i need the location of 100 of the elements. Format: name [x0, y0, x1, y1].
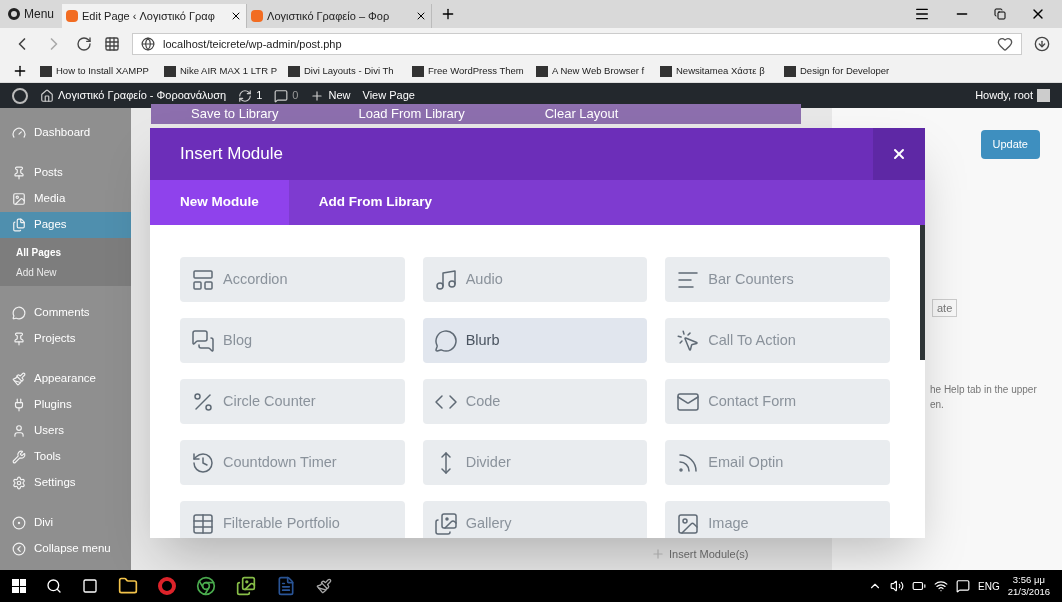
toolbar-button[interactable]: Save to Library	[191, 104, 279, 124]
heart-icon[interactable]	[997, 36, 1013, 52]
help-text: en.	[930, 398, 945, 412]
menu-item-icon	[12, 516, 26, 530]
submenu-item[interactable]: All Pages	[0, 242, 131, 262]
update-button[interactable]: Update	[980, 130, 1040, 159]
photos-icon[interactable]	[236, 576, 256, 596]
plus-icon[interactable]	[310, 88, 325, 103]
sidebar-item[interactable]: Media	[0, 186, 131, 212]
address-field[interactable]: localhost/teicrete/wp-admin/post.php	[132, 33, 1022, 55]
task-view-icon[interactable]	[82, 578, 98, 594]
wifi-icon[interactable]	[934, 579, 949, 593]
search-icon[interactable]	[46, 578, 62, 594]
browser-menu-button[interactable]: Menu	[0, 0, 63, 28]
windows-logo-icon[interactable]	[12, 579, 26, 593]
sidebar-item[interactable]: Comments	[0, 300, 131, 326]
volume-icon[interactable]	[890, 579, 905, 593]
browser-tab[interactable]: Edit Page ‹ Λογιστικό Γραφ	[62, 4, 248, 28]
sidebar-item[interactable]: Pages	[0, 212, 131, 238]
scrollbar[interactable]	[920, 225, 925, 360]
speed-dial-icon[interactable]	[104, 36, 120, 52]
tab-title: Edit Page ‹ Λογιστικό Γραφ	[82, 8, 215, 24]
notifications-icon[interactable]	[956, 579, 971, 593]
menu-item-icon	[12, 424, 26, 438]
module-button[interactable]: Contact Form	[665, 379, 890, 424]
music-note-icon	[433, 267, 458, 292]
insert-modules-link[interactable]: Insert Module(s)	[669, 545, 749, 562]
submenu-item[interactable]: Add New	[0, 262, 131, 282]
new-link[interactable]: New	[328, 87, 351, 104]
module-button[interactable]: Call To Action	[665, 318, 890, 363]
clock[interactable]: 3:56 μμ 21/3/2016	[1007, 574, 1050, 598]
module-button[interactable]: Blurb	[422, 318, 648, 363]
sidebar-item[interactable]: Posts	[0, 160, 131, 186]
sidebar-item[interactable]: Settings	[0, 470, 131, 496]
menu-item-icon	[12, 126, 26, 140]
comments-icon[interactable]	[274, 88, 289, 103]
module-button[interactable]: Divider	[422, 440, 648, 485]
sidebar-item[interactable]: Appearance	[0, 366, 131, 392]
site-favicon-icon	[66, 10, 79, 22]
menu-icon[interactable]	[914, 6, 930, 22]
bookmark-link[interactable]: Design for Developer	[800, 63, 890, 79]
module-button[interactable]: Circle Counter	[180, 379, 405, 424]
toolbar-button[interactable]: Clear Layout	[544, 104, 619, 124]
view-page-link[interactable]: View Page	[362, 87, 415, 104]
language-indicator[interactable]: ENG	[978, 578, 1000, 594]
bookmark-link[interactable]: Nike AIR MAX 1 LTR P	[180, 63, 277, 79]
select-field[interactable]: ate	[932, 298, 958, 317]
dialog-tab[interactable]: Add From Library	[288, 180, 463, 225]
images-icon	[433, 511, 458, 536]
module-button[interactable]: Blog	[180, 318, 405, 363]
menu-item-icon	[12, 306, 26, 320]
url-text: localhost/teicrete/wp-admin/post.php	[163, 36, 342, 52]
sidebar-item[interactable]: Divi	[0, 510, 131, 536]
bookmark-link[interactable]: Divi Layouts - Divi Th	[304, 63, 394, 79]
sidebar-item[interactable]: Dashboard	[0, 120, 131, 146]
restore-icon[interactable]	[994, 8, 1006, 20]
module-button[interactable]: Email Optin	[665, 440, 890, 485]
menu-item-icon	[12, 450, 26, 464]
home-icon[interactable]	[40, 88, 54, 103]
menu-item-icon	[12, 398, 26, 412]
comments-count: 0	[292, 88, 299, 104]
module-button[interactable]: Gallery	[422, 501, 648, 538]
folder-icon[interactable]	[118, 576, 138, 596]
module-button[interactable]: Countdown Timer	[180, 440, 405, 485]
bookmark-link[interactable]: How to Install XAMPP	[56, 63, 149, 79]
menu-item-icon	[12, 192, 26, 206]
toolbar-button[interactable]: Load From Library	[358, 104, 465, 124]
bookmark-link[interactable]: A New Web Browser f	[552, 63, 645, 79]
sidebar-item[interactable]: Users	[0, 418, 131, 444]
sidebar-item[interactable]: Projects	[0, 326, 131, 352]
table-icon	[191, 511, 215, 536]
bookmark-favicon-icon	[412, 65, 424, 77]
howdy-text[interactable]: Howdy, root	[975, 87, 1033, 104]
module-button[interactable]: Image	[665, 501, 890, 538]
tab-title: Λογιστικό Γραφείο – Φορ	[267, 8, 390, 24]
module-button[interactable]: Audio	[422, 257, 648, 302]
reload-icon[interactable]	[76, 36, 92, 52]
bookmark-link[interactable]: Free WordPress Them	[428, 63, 524, 79]
download-icon[interactable]	[1034, 36, 1050, 52]
module-button[interactable]: Filterable Portfolio	[180, 501, 405, 538]
battery-icon[interactable]	[912, 579, 927, 593]
module-button[interactable]: Code	[422, 379, 648, 424]
cursor-icon	[676, 328, 701, 353]
module-button[interactable]: Bar Counters	[665, 257, 890, 302]
add-bookmark-icon[interactable]	[12, 63, 28, 79]
help-text: he Help tab in the upper	[930, 383, 1038, 397]
dialog-tab[interactable]: New Module	[150, 180, 289, 225]
site-favicon-icon	[251, 10, 264, 22]
sidebar-item[interactable]: Collapse menu	[0, 536, 131, 562]
module-button[interactable]: Accordion	[180, 257, 405, 302]
sidebar-item[interactable]: Tools	[0, 444, 131, 470]
menu-item-icon	[12, 476, 26, 490]
bookmark-favicon-icon	[288, 65, 300, 77]
bookmark-favicon-icon	[536, 65, 548, 77]
sidebar-item[interactable]: Plugins	[0, 392, 131, 418]
bookmark-link[interactable]: Newsitamea Χάστε β	[676, 63, 765, 79]
clock-icon	[191, 450, 215, 475]
updates-icon[interactable]	[238, 88, 253, 103]
panel-icon	[191, 267, 215, 292]
site-name-link[interactable]: Λογιστικό Γραφείο - Φοροανάλυση	[58, 87, 227, 104]
